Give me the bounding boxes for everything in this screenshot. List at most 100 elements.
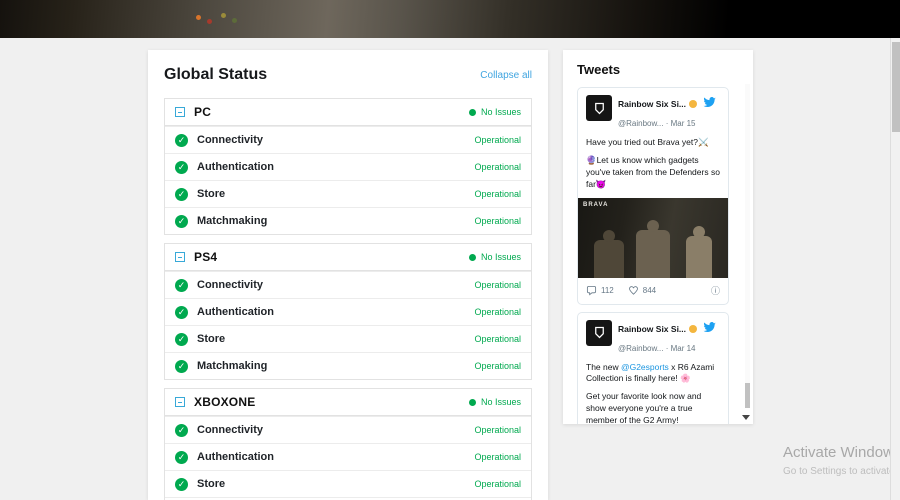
- collapse-minus-icon[interactable]: [175, 107, 185, 117]
- reply-button[interactable]: 112: [586, 285, 614, 296]
- watermark-subtitle: Go to Settings to activate W: [783, 466, 900, 477]
- platform-header-pc[interactable]: PC No Issues: [165, 99, 531, 126]
- activate-windows-watermark: Activate Windows Go to Settings to activ…: [783, 444, 900, 477]
- service-row-authentication: Authentication Operational: [165, 443, 531, 470]
- check-circle-icon: [175, 333, 188, 346]
- service-status: Operational: [474, 135, 521, 145]
- status-card-header: Global Status Collapse all: [164, 66, 532, 84]
- tweets-card: Tweets Rainbow Six Si... @Rainbow... · M…: [563, 50, 753, 424]
- collapse-minus-icon[interactable]: [175, 397, 185, 407]
- service-status: Operational: [474, 361, 521, 371]
- service-name: Connectivity: [197, 279, 263, 291]
- check-circle-icon: [175, 161, 188, 174]
- service-name: Authentication: [197, 161, 274, 173]
- platform-section-ps4: PS4 No Issues Connectivity Operational A…: [164, 243, 532, 380]
- platform-section-xboxone: XBOXONE No Issues Connectivity Operation…: [164, 388, 532, 500]
- tweet-handle-date[interactable]: @Rainbow... · Mar 14: [618, 344, 695, 353]
- service-name: Authentication: [197, 306, 274, 318]
- r6-shield-icon: [592, 325, 607, 340]
- service-name: Authentication: [197, 451, 274, 463]
- tweet-image-caption: BRAVA: [583, 202, 608, 208]
- service-status: Operational: [474, 334, 521, 344]
- like-button[interactable]: 844: [628, 285, 656, 296]
- banner-artwork: [0, 0, 728, 38]
- platform-status-label: No Issues: [481, 107, 521, 117]
- info-icon[interactable]: ⓘ: [711, 284, 720, 297]
- platform-status-badge: No Issues: [469, 252, 521, 262]
- service-name: Store: [197, 188, 225, 200]
- tweet-text-line1: The new @G2esports x R6 Azami Collection…: [586, 362, 720, 386]
- service-name: Matchmaking: [197, 215, 267, 227]
- service-status: Operational: [474, 189, 521, 199]
- twitter-bird-icon[interactable]: [703, 95, 716, 113]
- gold-verified-badge-icon: [689, 325, 697, 333]
- check-circle-icon: [175, 215, 188, 228]
- service-status: Operational: [474, 307, 521, 317]
- service-row-store: Store Operational: [165, 180, 531, 207]
- like-count: 844: [643, 286, 656, 295]
- screen: Global Status Collapse all PC No Issues …: [0, 0, 900, 500]
- rainbow-six-avatar[interactable]: [586, 95, 612, 121]
- service-row-authentication: Authentication Operational: [165, 153, 531, 180]
- platform-name: PS4: [194, 250, 217, 264]
- status-dot-icon: [469, 109, 476, 116]
- check-circle-icon: [175, 451, 188, 464]
- check-circle-icon: [175, 134, 188, 147]
- platform-name: XBOXONE: [194, 395, 255, 409]
- mention-link-g2esports[interactable]: @G2esports: [621, 362, 669, 372]
- banner-dot: [221, 13, 226, 18]
- check-circle-icon: [175, 424, 188, 437]
- banner-dot: [207, 19, 212, 24]
- tweet-author-name[interactable]: Rainbow Six Si...: [618, 99, 686, 109]
- top-banner: [0, 0, 900, 38]
- banner-dot: [232, 18, 237, 23]
- service-status: Operational: [474, 425, 521, 435]
- scroll-down-arrow-icon[interactable]: [742, 415, 750, 420]
- tweet-text-line2: 🔮Let us know which gadgets you've taken …: [586, 155, 720, 191]
- window-scrollbar[interactable]: [890, 38, 900, 500]
- tweet-author-block: Rainbow Six Si... @Rainbow... · Mar 14: [618, 320, 720, 356]
- service-row-connectivity: Connectivity Operational: [165, 271, 531, 298]
- service-row-matchmaking: Matchmaking Operational: [165, 352, 531, 379]
- service-name: Connectivity: [197, 134, 263, 146]
- tweet-text-line1: Have you tried out Brava yet?⚔️: [586, 137, 720, 149]
- platform-status-badge: No Issues: [469, 397, 521, 407]
- tweet-header: Rainbow Six Si... @Rainbow... · Mar 14: [586, 320, 720, 356]
- tweets-scrollbar[interactable]: [745, 84, 750, 408]
- platform-header-ps4[interactable]: PS4 No Issues: [165, 244, 531, 271]
- window-scrollbar-thumb[interactable]: [892, 42, 900, 132]
- service-row-connectivity: Connectivity Operational: [165, 416, 531, 443]
- tweet-author-name[interactable]: Rainbow Six Si...: [618, 324, 686, 334]
- collapse-minus-icon[interactable]: [175, 252, 185, 262]
- service-row-authentication: Authentication Operational: [165, 298, 531, 325]
- banner-dot: [196, 15, 201, 20]
- status-dot-icon: [469, 399, 476, 406]
- service-name: Connectivity: [197, 424, 263, 436]
- service-name: Store: [197, 478, 225, 490]
- tweet-item: Rainbow Six Si... @Rainbow... · Mar 14 T…: [577, 312, 729, 424]
- status-dot-icon: [469, 254, 476, 261]
- service-row-matchmaking: Matchmaking Operational: [165, 207, 531, 234]
- platform-section-pc: PC No Issues Connectivity Operational Au…: [164, 98, 532, 235]
- tweet-text-fragment: The new: [586, 362, 621, 372]
- service-name: Matchmaking: [197, 360, 267, 372]
- platform-header-xboxone[interactable]: XBOXONE No Issues: [165, 389, 531, 416]
- heart-icon: [628, 285, 639, 296]
- rainbow-six-avatar[interactable]: [586, 320, 612, 346]
- service-row-store: Store Operational: [165, 325, 531, 352]
- platform-status-label: No Issues: [481, 252, 521, 262]
- service-name: Store: [197, 333, 225, 345]
- collapse-all-link[interactable]: Collapse all: [480, 70, 532, 81]
- tweet-image[interactable]: BRAVA: [578, 198, 728, 278]
- check-circle-icon: [175, 360, 188, 373]
- tweet-text-line2: Get your favorite look now and show ever…: [586, 391, 720, 424]
- tweet-handle-date[interactable]: @Rainbow... · Mar 15: [618, 119, 695, 128]
- check-circle-icon: [175, 478, 188, 491]
- platform-status-badge: No Issues: [469, 107, 521, 117]
- tweets-scrollbar-thumb[interactable]: [745, 383, 750, 408]
- service-row-store: Store Operational: [165, 470, 531, 497]
- operator-silhouette: [594, 240, 624, 278]
- tweet-author-block: Rainbow Six Si... @Rainbow... · Mar 15: [618, 95, 720, 131]
- service-status: Operational: [474, 216, 521, 226]
- twitter-bird-icon[interactable]: [703, 320, 716, 338]
